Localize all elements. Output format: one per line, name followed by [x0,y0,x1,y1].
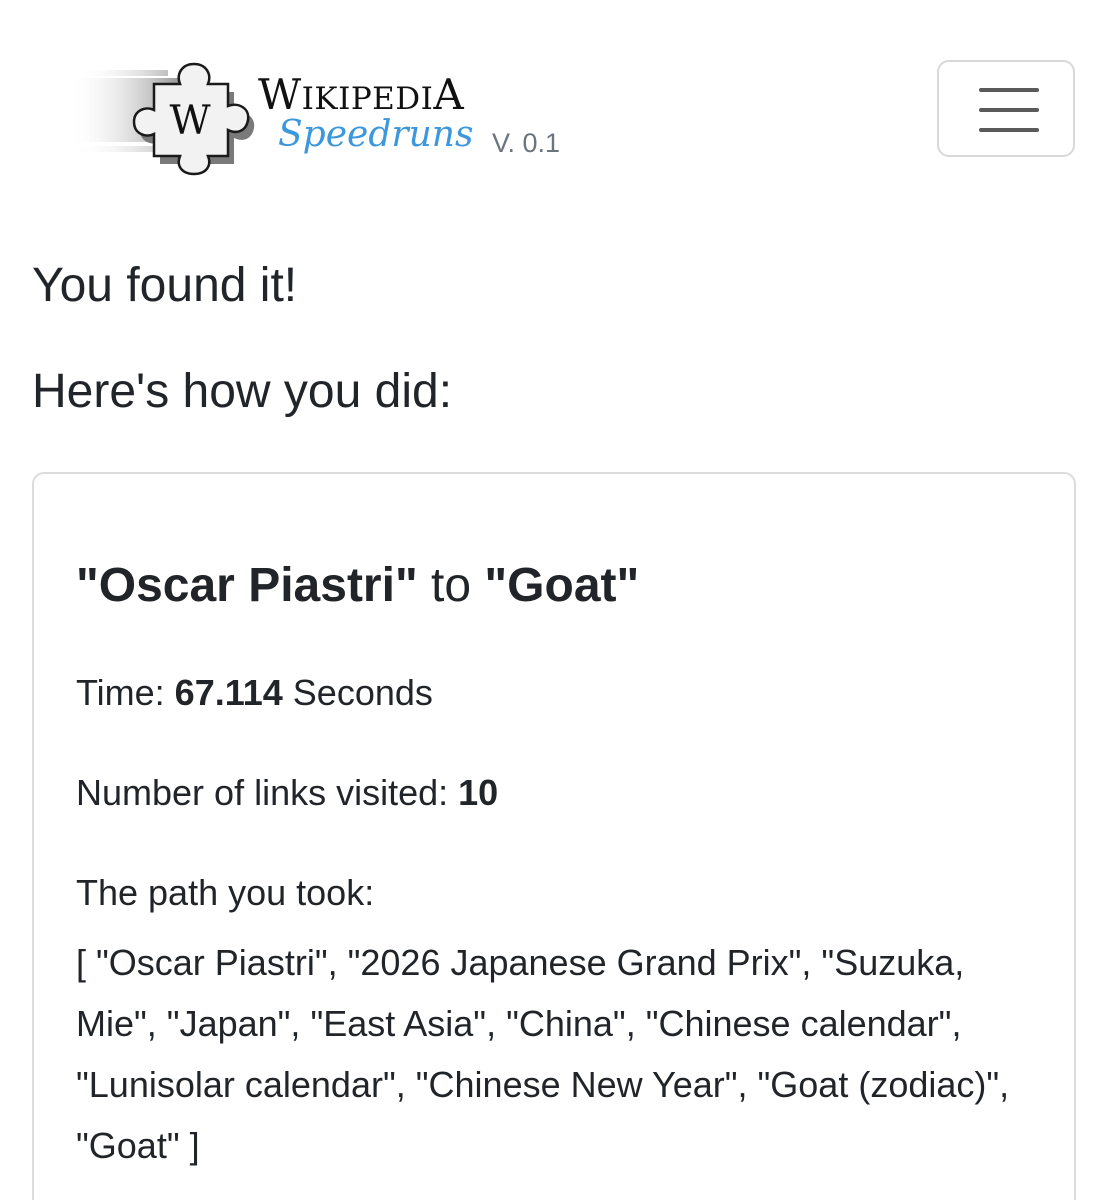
brand-title-last-letter: A [433,70,465,119]
time-stat: Time: 67.114 Seconds [76,672,433,714]
target-article: "Goat" [484,559,640,612]
brand-title: WIKIPEDIA [258,70,464,119]
success-heading: You found it! [32,259,298,312]
route-connector: to [417,559,485,612]
path-list: [ "Oscar Piastri", "2026 Japanese Grand … [76,942,1010,1166]
navbar: W WIKIPEDIA Speedruns V. 0.1 [0,0,1108,200]
links-value: 10 [458,772,499,813]
hamburger-menu-icon [979,88,1039,132]
brand-logo-link[interactable]: W WIKIPEDIA Speedruns V. 0.1 [68,48,588,178]
path-label: The path you took: [76,872,375,913]
brand-title-first-letter: W [258,70,302,119]
menu-toggle-button[interactable] [937,60,1075,157]
results-card: "Oscar Piastri" to "Goat" Time: 67.114 S… [32,472,1076,1200]
brand-subtitle: Speedruns [278,114,474,155]
svg-text:W: W [169,98,210,144]
time-value: 67.114 [174,672,283,713]
route-title: "Oscar Piastri" to "Goat" [76,558,639,613]
start-article: "Oscar Piastri" [76,559,418,612]
results-subheading: Here's how you did: [32,365,453,418]
time-label: Time: [76,672,175,713]
version-label: V. 0.1 [492,128,561,158]
links-stat: Number of links visited: 10 [76,772,498,814]
time-unit: Seconds [282,672,433,713]
links-label: Number of links visited: [76,772,459,813]
puzzle-piece-logo-icon: W [68,62,255,176]
page: W WIKIPEDIA Speedruns V. 0.1 You found i… [0,0,1108,1200]
brand-title-middle: IKIPEDI [301,81,434,117]
